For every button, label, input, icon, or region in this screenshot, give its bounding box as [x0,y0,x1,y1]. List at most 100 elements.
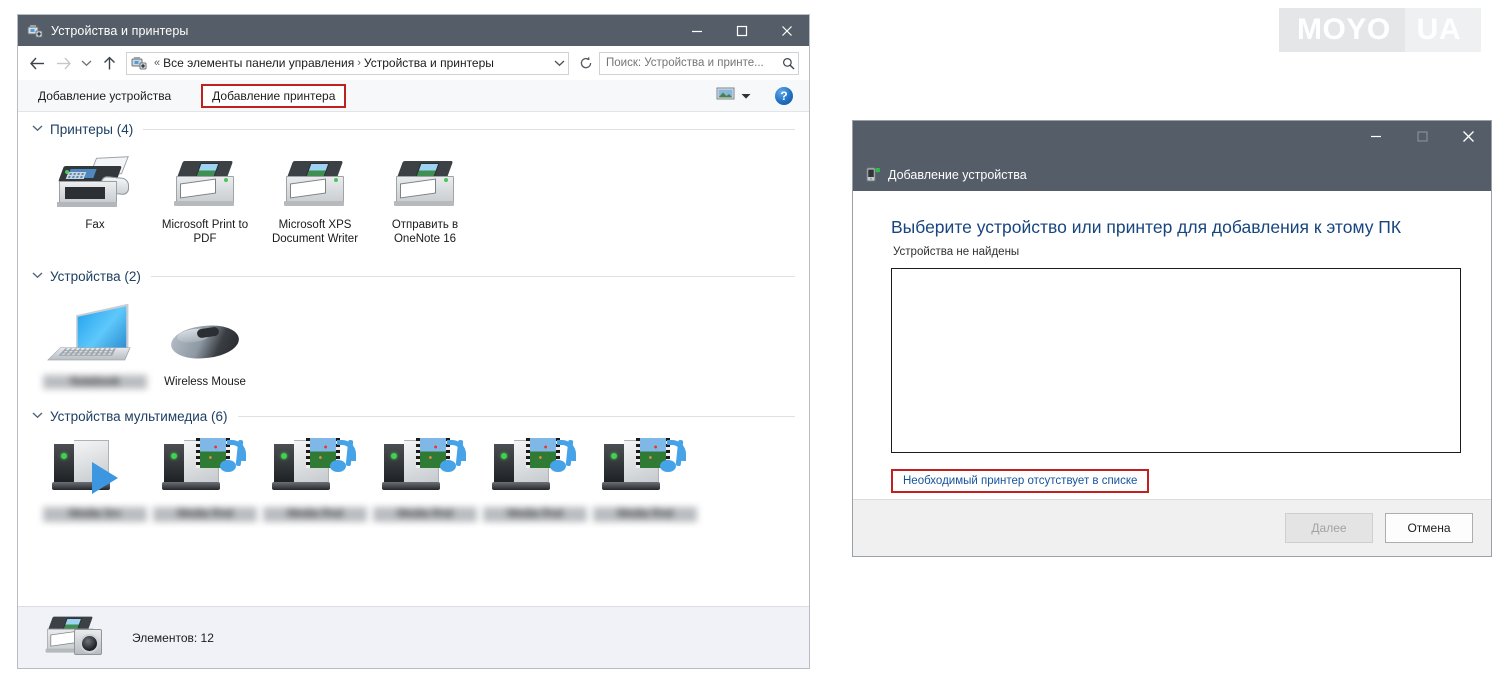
device-tile[interactable]: Media Rnd [370,434,480,522]
dialog-minimize-button[interactable] [1353,121,1399,151]
printer-icon [392,145,458,209]
device-tile[interactable]: Notebook [40,302,150,390]
fax-printer-icon [57,145,133,209]
forward-arrow-icon [50,50,76,76]
status-bar: Элементов: 12 [18,606,809,668]
device-label: Wireless Mouse [164,375,246,388]
printer-icon [172,145,238,209]
device-label-redacted: Media Rnd [153,507,257,522]
view-pane-button[interactable] [712,84,755,108]
maximize-button[interactable] [719,15,764,46]
watermark-text-secondary: UA [1416,13,1462,46]
device-tile[interactable]: Fax [40,145,150,247]
breadcrumb-separator: › [357,57,361,69]
media-renderer-icon [382,434,468,498]
breadcrumb-item-devices-printers[interactable]: Устройства и принтеры [364,56,494,70]
watermark-text-primary: MOYO [1297,13,1391,46]
device-tile[interactable]: Media Rnd [590,434,700,522]
watermark-moyo: MOYO [1279,8,1405,52]
refresh-icon[interactable] [575,52,597,75]
laptop-icon [47,302,136,366]
breadcrumb-overflow[interactable]: « [154,57,160,69]
device-label: Microsoft XPS Document Writer [271,219,359,246]
devices-tiles: Notebook Wireless Mouse [18,286,809,391]
group-divider [150,275,795,277]
navigation-bar: « Все элементы панели управления › Устро… [18,46,809,80]
search-input[interactable] [600,56,778,70]
device-list-box[interactable] [891,268,1461,453]
device-label-redacted: Notebook [43,374,147,390]
command-bar-right: ? [712,84,801,108]
cancel-button[interactable]: Отмена [1385,513,1473,543]
add-printer-button[interactable]: Добавление принтера [201,83,347,108]
printers-group-header[interactable]: Принтеры (4) [18,112,809,139]
device-tile[interactable]: Microsoft XPS Document Writer [260,145,370,247]
window-title: Устройства и принтеры [51,23,189,38]
dialog-subtext: Устройства не найдены [893,246,1020,258]
close-button[interactable] [764,15,809,46]
watermark-ua: UA [1404,8,1482,52]
address-devices-printers-icon [131,55,147,71]
help-button[interactable]: ? [775,86,793,105]
address-chevron-down-icon[interactable] [550,59,568,67]
add-device-dialog: Добавление устройства Выберите устройств… [852,120,1492,557]
dialog-body: Выберите устройство или принтер для доба… [853,191,1491,499]
media-renderer-icon [272,434,358,498]
dialog-footer: Далее Отмена [853,499,1491,556]
device-tile[interactable]: Media Srv [40,434,150,522]
device-label-redacted: Media Rnd [483,507,587,522]
view-chevron-down-icon[interactable] [741,87,751,105]
up-arrow-icon[interactable] [96,50,122,76]
device-tile[interactable]: Media Rnd [480,434,590,522]
printers-tiles: Fax Microsoft Print to PDF Microsoft XPS… [18,139,809,249]
multimedia-group-title: Устройства мультимедиа (6) [50,409,228,425]
chevron-down-icon[interactable] [32,271,43,282]
dialog-heading: Выберите устройство или принтер для доба… [891,217,1402,237]
group-divider [237,416,795,418]
media-renderer-icon [162,434,248,498]
media-renderer-icon [492,434,578,498]
search-box[interactable] [599,51,799,75]
device-tile[interactable]: Media Rnd [150,434,260,522]
add-device-button[interactable]: Добавление устройства [30,85,179,107]
device-tile[interactable]: Media Rnd [260,434,370,522]
printer-not-listed-link[interactable]: Необходимый принтер отсутствует в списке [891,469,1150,493]
media-player-icon [52,434,138,498]
media-renderer-icon [602,434,688,498]
status-item-count: Элементов: 12 [132,630,214,645]
device-label-redacted: Media Rnd [373,507,477,522]
address-bar[interactable]: « Все элементы панели управления › Устро… [126,51,569,75]
device-tile[interactable]: Отправить в OneNote 16 [370,145,480,247]
device-tile[interactable]: Microsoft Print to PDF [150,145,260,247]
add-device-icon [865,167,881,183]
device-label: Отправить в OneNote 16 [391,219,459,246]
next-button[interactable]: Далее [1285,513,1373,543]
device-label: Microsoft Print to PDF [161,219,249,246]
printers-group-title: Принтеры (4) [50,122,134,137]
dialog-close-button[interactable] [1445,121,1491,151]
minimize-button[interactable] [674,15,719,46]
breadcrumb-item-control-panel[interactable]: Все элементы панели управления [163,56,354,70]
group-divider [143,129,795,130]
multimedia-tiles: Media Srv Media Rnd Media Rnd Media Rnd … [18,426,809,523]
window-controls [674,15,809,46]
devices-group-header[interactable]: Устройства (2) [18,259,809,286]
dialog-maximize-button [1399,121,1445,151]
back-arrow-icon[interactable] [24,50,50,76]
device-tile[interactable]: Wireless Mouse [150,302,260,389]
dialog-titlebar: Добавление устройства [853,121,1491,191]
devices-content-pane: Принтеры (4) Fax Microsoft Print to PDF … [18,112,809,606]
devices-group-title: Устройства (2) [50,268,141,284]
device-label-redacted: Media Srv [43,507,147,522]
device-label: Fax [85,219,105,231]
recent-locations-chevron-down-icon[interactable] [76,50,96,76]
printer-camera-icon [44,615,104,661]
dialog-title-row: Добавление устройства [865,167,1027,183]
search-icon[interactable] [778,57,798,70]
printer-icon [282,145,348,209]
multimedia-group-header[interactable]: Устройства мультимедиа (6) [18,399,809,426]
chevron-down-icon[interactable] [32,411,43,422]
view-pane-icon [716,86,736,106]
chevron-down-icon[interactable] [32,124,43,135]
device-label-redacted: Media Rnd [263,507,367,522]
